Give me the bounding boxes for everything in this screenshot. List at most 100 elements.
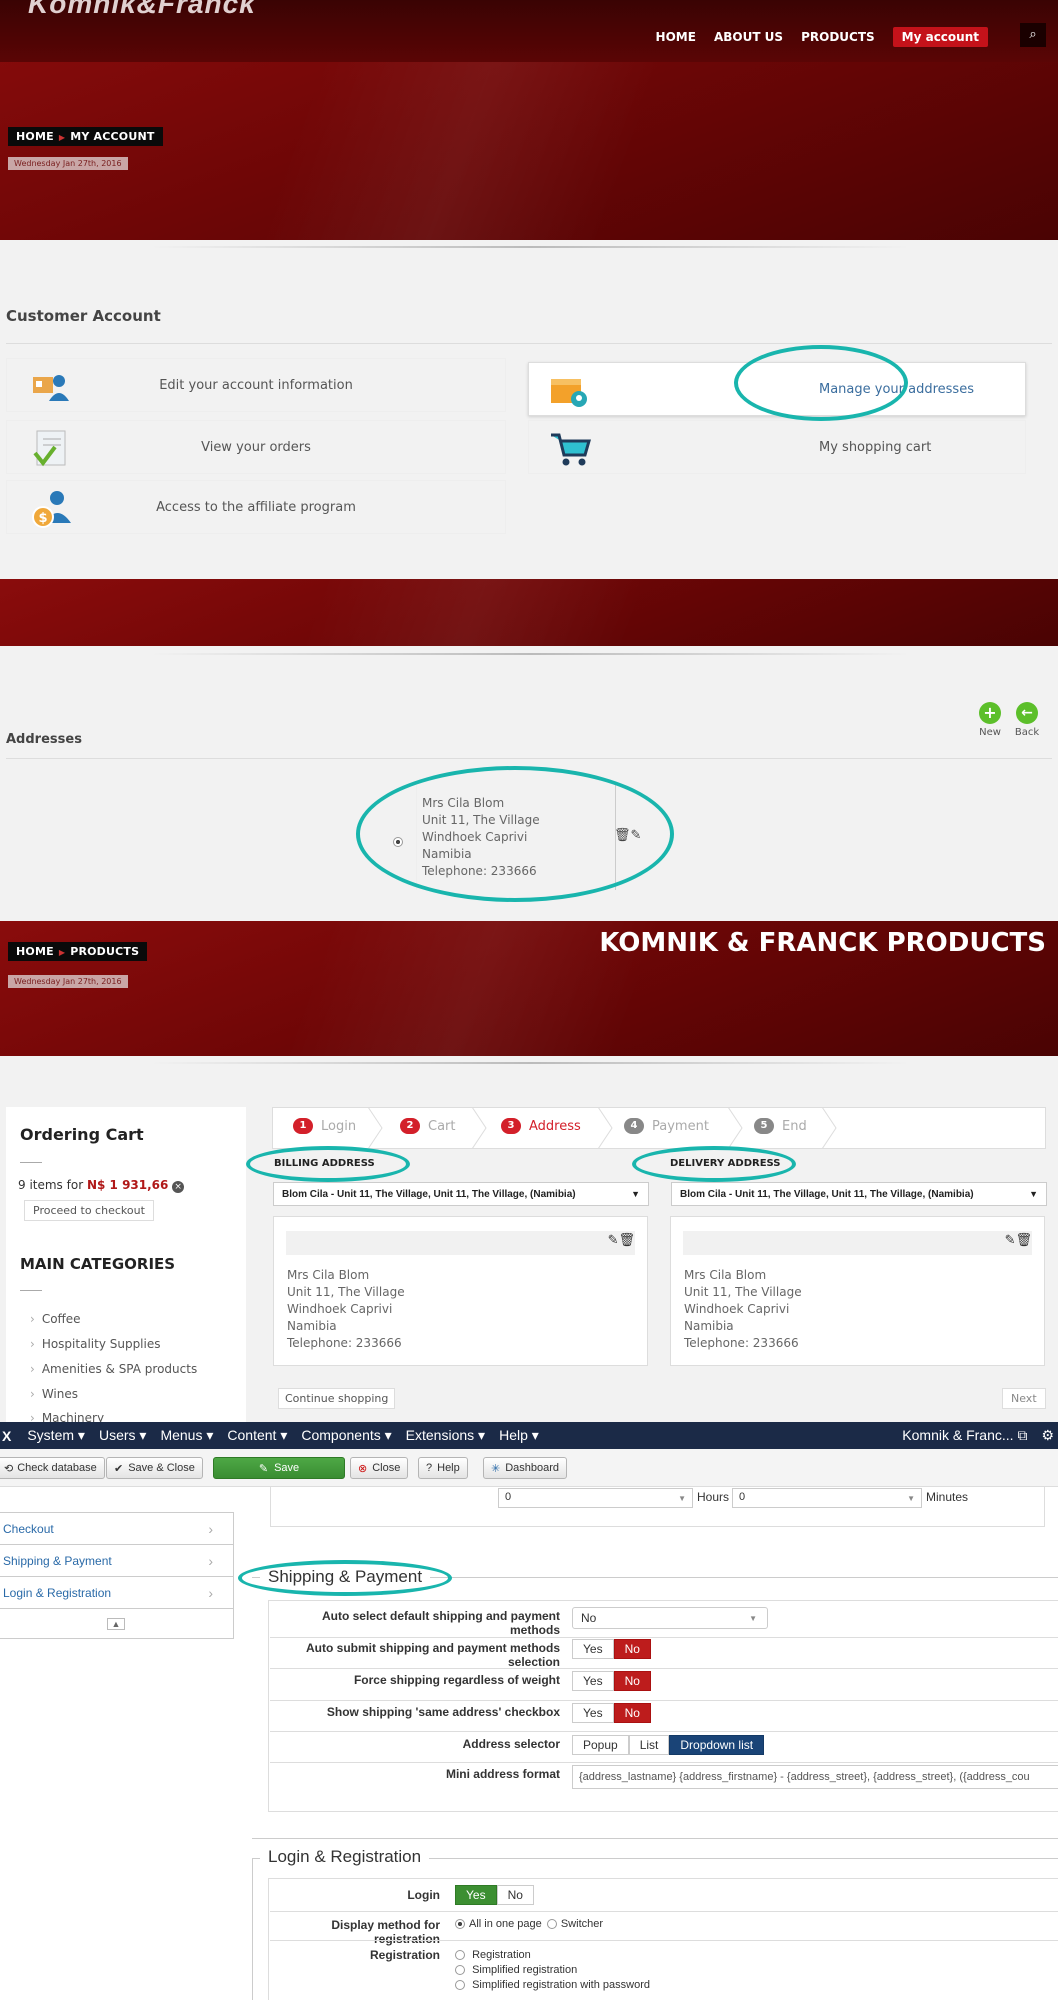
addresses-rule [6, 758, 1052, 759]
account-edit-info[interactable]: Edit your account information [6, 358, 506, 412]
help-button[interactable]: ? Help [418, 1457, 468, 1479]
new-address-button[interactable]: + New [976, 702, 1004, 738]
same-address-toggle[interactable]: Yes No [572, 1703, 651, 1723]
search-button[interactable]: ⌕ [1020, 23, 1046, 47]
address-selector-toggle[interactable]: Popup List Dropdown list [572, 1735, 765, 1755]
chevron-right-icon: › [208, 1520, 213, 1537]
breadcrumb-home[interactable]: HOME [16, 945, 54, 958]
account-view-orders[interactable]: View your orders [6, 420, 506, 474]
back-label: Back [1014, 727, 1040, 738]
map-pin-box-icon [549, 371, 593, 411]
section-divider [150, 246, 910, 248]
gear-icon[interactable]: ⚙ [1041, 1427, 1054, 1444]
category-wines[interactable]: Wines [30, 1387, 78, 1401]
dashboard-button[interactable]: ✳ Dashboard [483, 1457, 568, 1479]
admin-site-link[interactable]: Komnik & Franc... ⧉ [902, 1427, 1027, 1444]
account-shopping-cart[interactable]: My shopping cart [528, 420, 1026, 474]
force-shipping-toggle[interactable]: Yes No [572, 1671, 651, 1691]
auto-select-dropdown[interactable]: No ▼ [572, 1607, 768, 1629]
radio-switcher[interactable]: Switcher [546, 1918, 603, 1930]
option-popup[interactable]: Popup [572, 1735, 629, 1755]
menu-extensions[interactable]: Extensions ▾ [406, 1427, 485, 1444]
page-title: Customer Account [6, 307, 161, 325]
category-coffee[interactable]: Coffee [30, 1312, 81, 1326]
radio-simplified-registration[interactable]: Simplified registration [455, 1963, 650, 1978]
highlight-billing-title [246, 1146, 410, 1182]
display-method-label: Display method for registration [331, 1918, 440, 1946]
account-edit-info-label: Edit your account information [159, 377, 353, 393]
row-divider [270, 1762, 1058, 1763]
new-address-label: New [979, 727, 1001, 738]
close-button[interactable]: ⊗ Close [350, 1457, 409, 1479]
auto-submit-label: Auto submit shipping and payment methods… [305, 1641, 560, 1669]
id-card-icon [31, 371, 71, 401]
card-header [683, 1231, 1032, 1255]
billing-address-select[interactable]: Blom Cila - Unit 11, The Village, Unit 1… [273, 1182, 649, 1206]
nav-my-account[interactable]: My account [892, 27, 988, 47]
proceed-checkout-button[interactable]: Proceed to checkout [24, 1200, 154, 1221]
save-button[interactable]: ✎ Save [213, 1457, 345, 1479]
highlight-shipping-legend [238, 1560, 452, 1596]
registration-options: Registration Simplified registration Sim… [455, 1948, 650, 1993]
sidebar-login-registration[interactable]: Login & Registration › [0, 1577, 234, 1609]
dropdown-arrow-icon: ▼ [1029, 1189, 1038, 1199]
remove-cart-icon[interactable]: × [172, 1181, 185, 1193]
edit-pencil-icon[interactable]: ✎🗑 [608, 1233, 635, 1248]
decorative-banner [0, 579, 1058, 646]
option-list[interactable]: List [628, 1735, 670, 1755]
login-toggle[interactable]: Yes No [455, 1885, 534, 1905]
dropdown-arrow-icon: ▼ [749, 1614, 757, 1623]
account-affiliate-label: Access to the affiliate program [156, 499, 356, 515]
breadcrumb-home[interactable]: HOME [16, 130, 54, 143]
save-close-button[interactable]: ✔ Save & Close [106, 1457, 203, 1479]
address-selector-label: Address selector [462, 1737, 560, 1751]
highlight-address-entry [356, 766, 674, 902]
row-divider [270, 1668, 1058, 1669]
title-rule [6, 343, 1052, 344]
login-label: Login [407, 1888, 440, 1902]
row-divider [270, 1700, 1058, 1701]
minutes-select[interactable]: 0 ▼ [732, 1488, 922, 1508]
check-database-button[interactable]: ⟲ Check database [0, 1457, 105, 1479]
site-logo[interactable]: Komnik&Franck [28, 0, 256, 20]
mini-address-input[interactable]: {address_lastname} {address_firstname} -… [572, 1765, 1058, 1789]
nav-products[interactable]: PRODUCTS [801, 30, 875, 44]
radio-all-in-one[interactable]: All in one page [455, 1918, 542, 1930]
next-button[interactable]: Next [1002, 1388, 1046, 1409]
menu-menus[interactable]: Menus ▾ [160, 1427, 213, 1444]
menu-components[interactable]: Components ▾ [301, 1427, 391, 1444]
category-hospitality[interactable]: Hospitality Supplies [30, 1337, 161, 1351]
option-dropdown-list[interactable]: Dropdown list [669, 1735, 765, 1755]
step-chevrons [367, 1107, 837, 1149]
delivery-address-card: ✎🗑 Mrs Cila Blom Unit 11, The Village Wi… [670, 1216, 1045, 1366]
delivery-address-select[interactable]: Blom Cila - Unit 11, The Village, Unit 1… [671, 1182, 1047, 1206]
sidebar-collapse[interactable]: ▲ [0, 1609, 234, 1639]
breadcrumb-separator-icon: ▶ [58, 133, 66, 142]
account-affiliate-program[interactable]: $ Access to the affiliate program [6, 480, 506, 534]
nav-home[interactable]: HOME [656, 30, 696, 44]
date-badge: Wednesday Jan 27th, 2016 [8, 157, 128, 170]
dropdown-arrow-icon: ▼ [907, 1494, 915, 1503]
joomla-logo-icon[interactable]: X [2, 1428, 11, 1444]
category-amenities-spa[interactable]: Amenities & SPA products [30, 1362, 197, 1376]
nav-about-us[interactable]: ABOUT US [714, 30, 783, 44]
check-icon: ✔ [114, 1462, 124, 1475]
radio-registration[interactable]: Registration [455, 1948, 650, 1963]
sidebar-shipping-payment[interactable]: Shipping & Payment › [0, 1545, 234, 1577]
svg-text:$: $ [38, 511, 47, 526]
hours-select[interactable]: 0 ▼ [498, 1488, 693, 1508]
continue-shopping-button[interactable]: Continue shopping [278, 1388, 396, 1409]
hours-label: Hours [697, 1490, 730, 1504]
breadcrumb-current: MY ACCOUNT [70, 130, 155, 143]
menu-help[interactable]: Help ▾ [499, 1427, 539, 1444]
plus-circle-icon: + [979, 702, 1001, 724]
edit-pencil-icon[interactable]: ✎🗑 [1005, 1233, 1032, 1248]
back-button[interactable]: ← Back [1012, 702, 1042, 738]
menu-users[interactable]: Users ▾ [99, 1427, 146, 1444]
menu-system[interactable]: System ▾ [27, 1427, 85, 1444]
breadcrumb: HOME ▶ MY ACCOUNT [8, 127, 163, 146]
auto-submit-toggle[interactable]: Yes No [572, 1639, 651, 1659]
radio-simplified-registration-password[interactable]: Simplified registration with password [455, 1978, 650, 1993]
menu-content[interactable]: Content ▾ [227, 1427, 287, 1444]
sidebar-checkout[interactable]: Checkout › [0, 1513, 234, 1545]
